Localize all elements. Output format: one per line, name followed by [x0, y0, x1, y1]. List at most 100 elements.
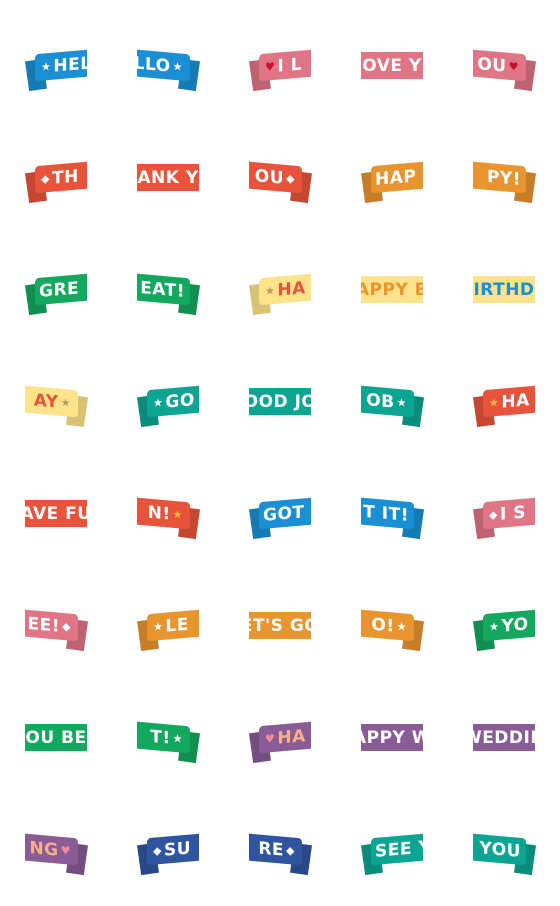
ribbon-band: ANK Y	[137, 164, 199, 191]
sticker-text: IRTHD	[473, 279, 535, 300]
sticker-mid-piece[interactable]: APPY W	[336, 682, 448, 794]
ribbon-band: AVE FU	[25, 500, 87, 527]
star-icon: ★	[396, 395, 407, 410]
sticker-left-piece[interactable]: ♥ HA	[224, 682, 336, 794]
diamond-icon: ◆	[489, 507, 498, 522]
sticker-text: GOT	[263, 501, 305, 526]
ribbon-band: OU ♥	[473, 49, 526, 82]
sticker-text: APPY B	[361, 279, 423, 300]
sticker-left-piece[interactable]: ★ GO	[112, 346, 224, 458]
star-icon: ★	[60, 395, 71, 410]
sticker-right-piece[interactable]: N! ★	[112, 458, 224, 570]
ribbon-band: WEDDIN	[473, 724, 535, 751]
sticker-left-piece[interactable]: SEE Y	[336, 794, 448, 906]
ribbon-band: ◆ I S	[483, 497, 535, 530]
sticker-mid-piece[interactable]: APPY B	[336, 234, 448, 346]
heart-icon: ♥	[60, 843, 71, 858]
sticker-text: AVE FU	[25, 503, 87, 524]
sticker-left-piece[interactable]: ♥ I L	[224, 10, 336, 122]
sticker-text: PY!	[486, 166, 521, 190]
sticker-text: T!	[150, 726, 171, 749]
sticker-text: AY	[33, 389, 59, 413]
ribbon-band: OU ◆	[249, 161, 302, 194]
sticker-right-piece[interactable]: T IT!	[336, 458, 448, 570]
sticker-left-piece[interactable]: ★ YO	[448, 570, 560, 682]
sticker-right-piece[interactable]: AY ★	[0, 346, 112, 458]
sticker-right-piece[interactable]: OB ★	[336, 346, 448, 458]
sticker-text: HA	[277, 725, 306, 749]
sticker-mid-piece[interactable]: OVE Y	[336, 10, 448, 122]
sticker-mid-piece[interactable]: OU BE	[0, 682, 112, 794]
ribbon-band: ★ YO	[483, 609, 535, 642]
sticker-left-piece[interactable]: GOT	[224, 458, 336, 570]
sticker-left-piece[interactable]: HAP	[336, 122, 448, 234]
sticker-left-piece[interactable]: ★ HA	[448, 346, 560, 458]
sticker-text: OB	[366, 389, 395, 413]
diamond-icon: ◆	[62, 619, 71, 634]
ribbon-band: ★ LE	[147, 609, 199, 642]
sticker-text: O!	[371, 614, 395, 637]
sticker-right-piece[interactable]: O! ★	[336, 570, 448, 682]
sticker-mid-piece[interactable]: ET'S GO	[224, 570, 336, 682]
sticker-text: OU	[254, 165, 285, 189]
ribbon-band: OB ★	[361, 385, 414, 418]
sticker-text: N!	[147, 502, 171, 525]
star-icon: ★	[396, 619, 407, 634]
ribbon-band: ★ HEL	[35, 49, 87, 82]
star-icon: ★	[265, 283, 276, 298]
ribbon-band: GOT	[259, 497, 311, 530]
sticker-right-piece[interactable]: PY!	[448, 122, 560, 234]
sticker-right-piece[interactable]: EAT!	[112, 234, 224, 346]
star-icon: ★	[172, 59, 183, 74]
sticker-right-piece[interactable]: T! ★	[112, 682, 224, 794]
sticker-mid-piece[interactable]: OOD JO	[224, 346, 336, 458]
sticker-mid-piece[interactable]: IRTHD	[448, 234, 560, 346]
ribbon-band: T! ★	[137, 721, 190, 754]
diamond-icon: ◆	[41, 171, 50, 186]
sticker-text: NG	[29, 837, 59, 861]
sticker-right-piece[interactable]: NG ♥	[0, 794, 112, 906]
sticker-text: HEL	[53, 52, 87, 77]
ribbon-band: ◆ SU	[147, 833, 199, 866]
sticker-left-piece[interactable]: ★ HEL	[0, 10, 112, 122]
ribbon-band: OOD JO	[249, 388, 311, 415]
sticker-right-piece[interactable]: EE! ◆	[0, 570, 112, 682]
sticker-text: OOD JO	[249, 391, 311, 412]
sticker-left-piece[interactable]: ◆ SU	[112, 794, 224, 906]
star-icon: ★	[489, 619, 500, 634]
ribbon-band: NG ♥	[25, 833, 78, 866]
sticker-text: LLO	[137, 52, 171, 77]
sticker-text: HA	[501, 389, 530, 413]
ribbon-band: IRTHD	[473, 276, 535, 303]
heart-icon: ♥	[265, 731, 276, 746]
ribbon-band: ♥ HA	[259, 721, 311, 754]
sticker-right-piece[interactable]: OU ♥	[448, 10, 560, 122]
ribbon-band: EE! ◆	[25, 609, 78, 642]
sticker-mid-piece[interactable]: AVE FU	[0, 458, 112, 570]
sticker-right-piece[interactable]: RE ◆	[224, 794, 336, 906]
sticker-text: RE	[258, 837, 285, 861]
sticker-left-piece[interactable]: ★ HA	[224, 234, 336, 346]
diamond-icon: ◆	[286, 843, 295, 858]
sticker-left-piece[interactable]: ★ LE	[112, 570, 224, 682]
sticker-left-piece[interactable]: ◆ I S	[448, 458, 560, 570]
sticker-right-piece[interactable]: LLO ★	[112, 10, 224, 122]
ribbon-band: APPY W	[361, 724, 423, 751]
sticker-mid-piece[interactable]: ANK Y	[112, 122, 224, 234]
sticker-left-piece[interactable]: GRE	[0, 234, 112, 346]
sticker-mid-piece[interactable]: WEDDIN	[448, 682, 560, 794]
ribbon-band: PY!	[473, 161, 526, 194]
sticker-text: OU BE	[25, 727, 87, 748]
ribbon-band: APPY B	[361, 276, 423, 303]
heart-icon: ♥	[508, 59, 519, 74]
sticker-left-piece[interactable]: ◆ TH	[0, 122, 112, 234]
star-icon: ★	[153, 395, 164, 410]
ribbon-band: O! ★	[361, 609, 414, 642]
sticker-right-piece[interactable]: YOU	[448, 794, 560, 906]
ribbon-band: OVE Y	[361, 52, 423, 79]
sticker-text: T IT!	[363, 501, 409, 526]
ribbon-band: N! ★	[137, 497, 190, 530]
sticker-right-piece[interactable]: OU ◆	[224, 122, 336, 234]
ribbon-band: GRE	[35, 273, 87, 306]
heart-icon: ♥	[265, 59, 276, 74]
